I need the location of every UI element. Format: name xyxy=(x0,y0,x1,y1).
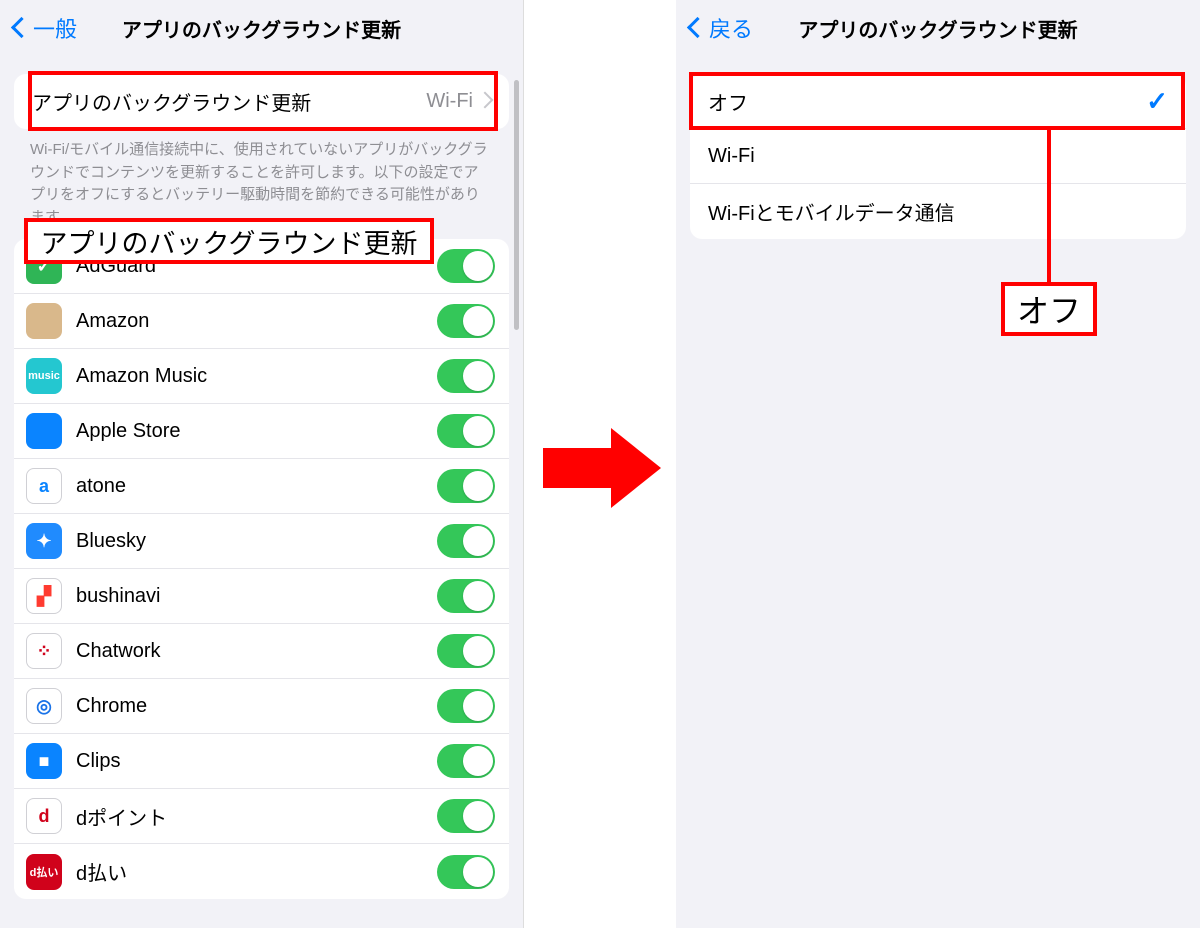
option-label: オフ xyxy=(708,87,1146,116)
app-icon: music xyxy=(26,358,62,394)
navbar: 戻る アプリのバックグラウンド更新 xyxy=(676,0,1200,56)
app-row: d払い d払い xyxy=(14,844,509,899)
app-name-label: atone xyxy=(76,475,437,498)
app-name-label: Amazon xyxy=(76,310,437,333)
chevron-left-icon xyxy=(14,15,31,41)
scrollbar-thumb[interactable] xyxy=(514,80,519,330)
annotation-label-left: アプリのバックグラウンド更新 xyxy=(24,218,434,264)
app-row: ■ Clips xyxy=(14,734,509,789)
app-toggle[interactable] xyxy=(437,249,495,283)
app-icon: ✦ xyxy=(26,523,62,559)
app-icon: ◎ xyxy=(26,688,62,724)
section-footer-text: Wi-Fi/モバイル通信接続中に、使用されていないアプリがバックグラウンドでコン… xyxy=(30,139,493,229)
app-toggle[interactable] xyxy=(437,799,495,833)
app-toggle[interactable] xyxy=(437,744,495,778)
app-name-label: d払い xyxy=(76,857,437,886)
app-row: ddポイント xyxy=(14,789,509,844)
annotation-connector xyxy=(1047,126,1051,282)
app-toggle[interactable] xyxy=(437,469,495,503)
screen-general-background-refresh: 一般 アプリのバックグラウンド更新 アプリのバックグラウンド更新 Wi-Fi W… xyxy=(0,0,524,928)
app-icon: ⁘ xyxy=(26,633,62,669)
app-icon: ■ xyxy=(26,743,62,779)
app-toggle[interactable] xyxy=(437,689,495,723)
app-icon xyxy=(26,303,62,339)
app-list: ✓AdGuardAmazonmusicAmazon MusicApple Sto… xyxy=(14,239,509,899)
app-row: ✦ Bluesky xyxy=(14,514,509,569)
back-button[interactable]: 一般 xyxy=(14,12,77,44)
app-name-label: Bluesky xyxy=(76,530,437,553)
app-toggle[interactable] xyxy=(437,634,495,668)
app-name-label: bushinavi xyxy=(76,585,437,608)
back-label: 一般 xyxy=(33,12,77,44)
option-row[interactable]: Wi-Fi xyxy=(690,129,1186,184)
cell-value: Wi-Fi xyxy=(426,90,473,113)
checkmark-icon: ✓ xyxy=(1146,86,1168,117)
app-toggle[interactable] xyxy=(437,414,495,448)
navbar: 一般 アプリのバックグラウンド更新 xyxy=(0,0,523,56)
options-group: オフ✓ Wi-Fi Wi-Fiとモバイルデータ通信 xyxy=(690,74,1186,239)
app-row: music Amazon Music xyxy=(14,349,509,404)
app-toggle[interactable] xyxy=(437,304,495,338)
app-row: Apple Store xyxy=(14,404,509,459)
app-icon: d xyxy=(26,798,62,834)
option-label: Wi-Fiとモバイルデータ通信 xyxy=(708,197,1168,226)
app-toggle[interactable] xyxy=(437,855,495,889)
app-icon: d払い xyxy=(26,854,62,890)
arrow-icon xyxy=(543,428,663,508)
app-row: ⁘ Chatwork xyxy=(14,624,509,679)
app-name-label: Amazon Music xyxy=(76,365,437,388)
app-icon: ▞ xyxy=(26,578,62,614)
page-title: アプリのバックグラウンド更新 xyxy=(676,14,1200,43)
app-row: ◎ Chrome xyxy=(14,679,509,734)
annotation-label-right: オフ xyxy=(1001,282,1097,336)
option-row[interactable]: Wi-Fiとモバイルデータ通信 xyxy=(690,184,1186,239)
app-toggle[interactable] xyxy=(437,524,495,558)
app-row: ▞ bushinavi xyxy=(14,569,509,624)
app-icon: a xyxy=(26,468,62,504)
app-name-label: Chrome xyxy=(76,695,437,718)
app-toggle[interactable] xyxy=(437,579,495,613)
app-name-label: Clips xyxy=(76,750,437,773)
app-name-label: dポイント xyxy=(76,802,437,831)
app-name-label: Apple Store xyxy=(76,420,437,443)
background-refresh-master-row[interactable]: アプリのバックグラウンド更新 Wi-Fi xyxy=(14,74,509,129)
back-button[interactable]: 戻る xyxy=(690,12,753,44)
option-label: Wi-Fi xyxy=(708,145,1168,168)
chevron-left-icon xyxy=(690,15,707,41)
back-label: 戻る xyxy=(709,12,753,44)
app-icon xyxy=(26,413,62,449)
app-row: Amazon xyxy=(14,294,509,349)
page-title: アプリのバックグラウンド更新 xyxy=(0,14,523,43)
app-row: aatone xyxy=(14,459,509,514)
master-setting-group: アプリのバックグラウンド更新 Wi-Fi xyxy=(14,74,509,129)
app-toggle[interactable] xyxy=(437,359,495,393)
app-name-label: Chatwork xyxy=(76,640,437,663)
cell-label: アプリのバックグラウンド更新 xyxy=(32,87,426,116)
option-row[interactable]: オフ✓ xyxy=(690,74,1186,129)
screen-background-refresh-options: 戻る アプリのバックグラウンド更新 オフ✓Wi-FiWi-Fiとモバイルデータ通… xyxy=(676,0,1200,928)
chevron-right-icon xyxy=(479,93,491,111)
